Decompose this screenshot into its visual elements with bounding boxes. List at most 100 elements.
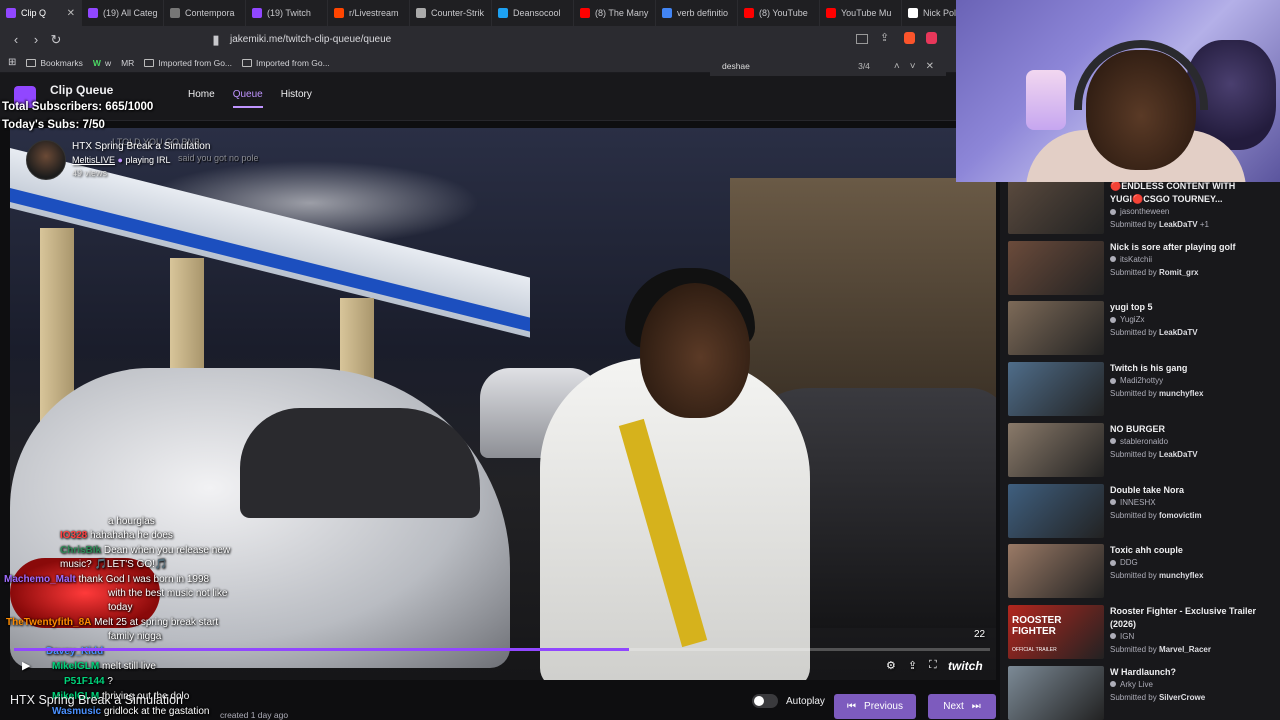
browser-tab[interactable]: (8) The Many — [574, 0, 656, 26]
find-count: 3/4 — [858, 61, 870, 71]
forward-icon[interactable]: › — [26, 32, 46, 47]
browser-tab[interactable]: r/Livestream — [328, 0, 410, 26]
settings-gear-icon[interactable]: ⚙ — [886, 659, 896, 672]
app-title: Clip Queue — [50, 83, 114, 97]
queue-item-title[interactable]: Toxic ahh couple — [1110, 544, 1270, 557]
bookmark-item[interactable]: Imported from Go... — [144, 58, 232, 68]
share-icon[interactable]: ⇪ — [880, 31, 889, 44]
share-clip-icon[interactable]: ⇪ — [908, 659, 917, 672]
find-input[interactable]: deshae — [722, 61, 750, 71]
autoplay-toggle[interactable]: Autoplay — [752, 694, 825, 708]
chat-username: P51F144 — [64, 676, 105, 687]
queue-item[interactable]: ROOSTER FIGHTER OFFICIAL TRAILER Rooster F… — [1008, 604, 1278, 663]
queue-item[interactable]: Double take Nora INNESHX Submitted by fomo… — [1008, 483, 1278, 542]
browser-tab[interactable]: (19) All Categ — [82, 0, 164, 26]
queue-item-thumbnail[interactable] — [1008, 240, 1104, 295]
next-button[interactable]: Next ⏭ — [928, 694, 996, 719]
queue-item-title[interactable]: NO BURGER — [1110, 423, 1270, 436]
fullscreen-icon[interactable]: ⛶ — [929, 659, 937, 672]
tab-label: r/Livestream — [349, 8, 399, 18]
queue-item-submitter: Submitted by LeakDaTV — [1110, 328, 1198, 337]
chat-text: melt still live — [102, 661, 156, 672]
play-icon[interactable]: ▶ — [22, 659, 30, 672]
browser-tab[interactable]: Counter-Strik — [410, 0, 492, 26]
tab-label: Counter-Strik — [431, 8, 485, 18]
clip-channel: MeltisLIVE ● playing IRL — [72, 155, 171, 165]
chat-text: family nigga — [108, 631, 162, 642]
tab-favicon-icon — [252, 8, 262, 18]
browser-tab[interactable]: Deansocool — [492, 0, 574, 26]
tab-search-icon[interactable] — [856, 34, 868, 44]
tab-close-icon[interactable]: ✕ — [67, 8, 75, 19]
browser-tab[interactable]: Contempora — [164, 0, 246, 26]
nav-history[interactable]: History — [281, 89, 312, 108]
queue-item-title[interactable]: W Hardlaunch? — [1110, 666, 1270, 679]
queue-item-title[interactable]: Twitch is his gang — [1110, 362, 1270, 375]
queue-item[interactable]: Toxic ahh couple DDG Submitted by munchyfl… — [1008, 544, 1278, 602]
queue-item-submitter: Submitted by munchyflex — [1110, 571, 1203, 580]
find-prev-icon[interactable]: ˄ — [894, 61, 900, 72]
folder-icon — [26, 58, 37, 67]
nav-queue[interactable]: Queue — [232, 89, 263, 108]
queue-item[interactable]: Nick is sore after playing golf itsKatchi… — [1008, 240, 1278, 299]
bookmark-item[interactable]: Imported from Go... — [242, 58, 330, 68]
submitted-by-label: Submitted by — [1110, 571, 1157, 581]
twitch-logo[interactable]: twitch — [948, 659, 983, 673]
chat-text: today — [108, 602, 133, 613]
previous-button[interactable]: ⏮ Previous — [834, 694, 916, 719]
browser-tab[interactable]: verb definitio — [656, 0, 738, 26]
bookmark-item[interactable]: Bookmarks — [26, 58, 83, 68]
tab-favicon-icon — [334, 8, 344, 18]
queue-item-title[interactable]: yugi top 5 — [1110, 301, 1270, 314]
find-close-icon[interactable]: ✕ — [926, 61, 934, 72]
webcam-scene — [1074, 40, 1208, 110]
queue-item[interactable]: 🔴ENDLESS CONTENT WITH YUGI🔴CSGO TOURNEY.… — [1008, 180, 1278, 238]
nav-home[interactable]: Home — [188, 89, 215, 108]
browser-tab[interactable]: Clip Q ✕ — [0, 0, 82, 26]
submitted-by-label: Submitted by — [1110, 449, 1157, 459]
queue-item-title[interactable]: 🔴ENDLESS CONTENT WITH YUGI🔴CSGO TOURNEY.… — [1110, 180, 1270, 206]
queue-item[interactable]: yugi top 5 YugiZx Submitted by LeakDaTV — [1008, 301, 1278, 359]
browser-tab[interactable]: (8) YouTube — [738, 0, 820, 26]
video-progress-bar[interactable] — [14, 648, 990, 651]
autoplay-switch[interactable] — [752, 694, 778, 708]
url-bar[interactable]: jakemiki.me/twitch-clip-queue/queue — [220, 30, 950, 49]
brave-shield-icon[interactable] — [904, 32, 915, 44]
channel-avatar[interactable] — [26, 140, 66, 180]
queue-item-thumbnail[interactable] — [1008, 301, 1104, 356]
channel-link[interactable]: MeltisLIVE — [72, 155, 115, 165]
browser-tab[interactable]: (19) Twitch — [246, 0, 328, 26]
tab-favicon-icon — [580, 8, 590, 18]
submitter-name: LeakDaTV — [1158, 328, 1198, 338]
channel-name: INNESHX — [1120, 497, 1156, 507]
url-text: jakemiki.me/twitch-clip-queue/queue — [230, 34, 392, 45]
queue-item-title[interactable]: Double take Nora — [1110, 484, 1270, 497]
clip-title[interactable]: HTX Spring Break a Simulation — [72, 141, 210, 152]
queue-item-thumbnail[interactable] — [1008, 362, 1104, 417]
queue-item-thumbnail[interactable]: ROOSTER FIGHTER OFFICIAL TRAILER — [1008, 604, 1104, 659]
queue-item[interactable]: Twitch is his gang Madi2hottyy Submitted b… — [1008, 362, 1278, 420]
queue-item-title[interactable]: Rooster Fighter - Exclusive Trailer (202… — [1110, 605, 1270, 631]
bookmark-item[interactable]: Ww — [93, 58, 111, 68]
apps-grid-icon[interactable]: ⊞ — [8, 57, 16, 68]
folder-icon — [144, 58, 155, 67]
queue-item[interactable]: W Hardlaunch? Arky Live Submitted by Silve… — [1008, 665, 1278, 720]
channel-icon — [1110, 208, 1116, 215]
app-header: Clip Queue Home Queue History — [0, 73, 1000, 121]
queue-item-thumbnail[interactable] — [1008, 180, 1104, 234]
queue-item[interactable]: NO BURGER stableronaldo Submitted by LeakD… — [1008, 422, 1278, 481]
browser-tab[interactable]: YouTube Mu — [820, 0, 902, 26]
brave-rewards-icon[interactable] — [926, 32, 937, 44]
queue-item-thumbnail[interactable] — [1008, 544, 1104, 599]
bookmark-item[interactable]: MR — [121, 58, 134, 68]
back-icon[interactable]: ‹ — [6, 32, 26, 47]
queue-item-thumbnail[interactable] — [1008, 422, 1104, 477]
queue-item-thumbnail[interactable] — [1008, 483, 1104, 538]
queue-item-channel: stableronaldo — [1110, 437, 1168, 446]
queue-item-channel: IGN — [1110, 632, 1134, 641]
channel-category: playing IRL — [125, 155, 171, 165]
queue-item-title[interactable]: Nick is sore after playing golf — [1110, 241, 1270, 254]
reload-icon[interactable]: ↻ — [46, 32, 66, 48]
find-next-icon[interactable]: ˅ — [910, 61, 916, 72]
queue-item-thumbnail[interactable] — [1008, 665, 1104, 720]
